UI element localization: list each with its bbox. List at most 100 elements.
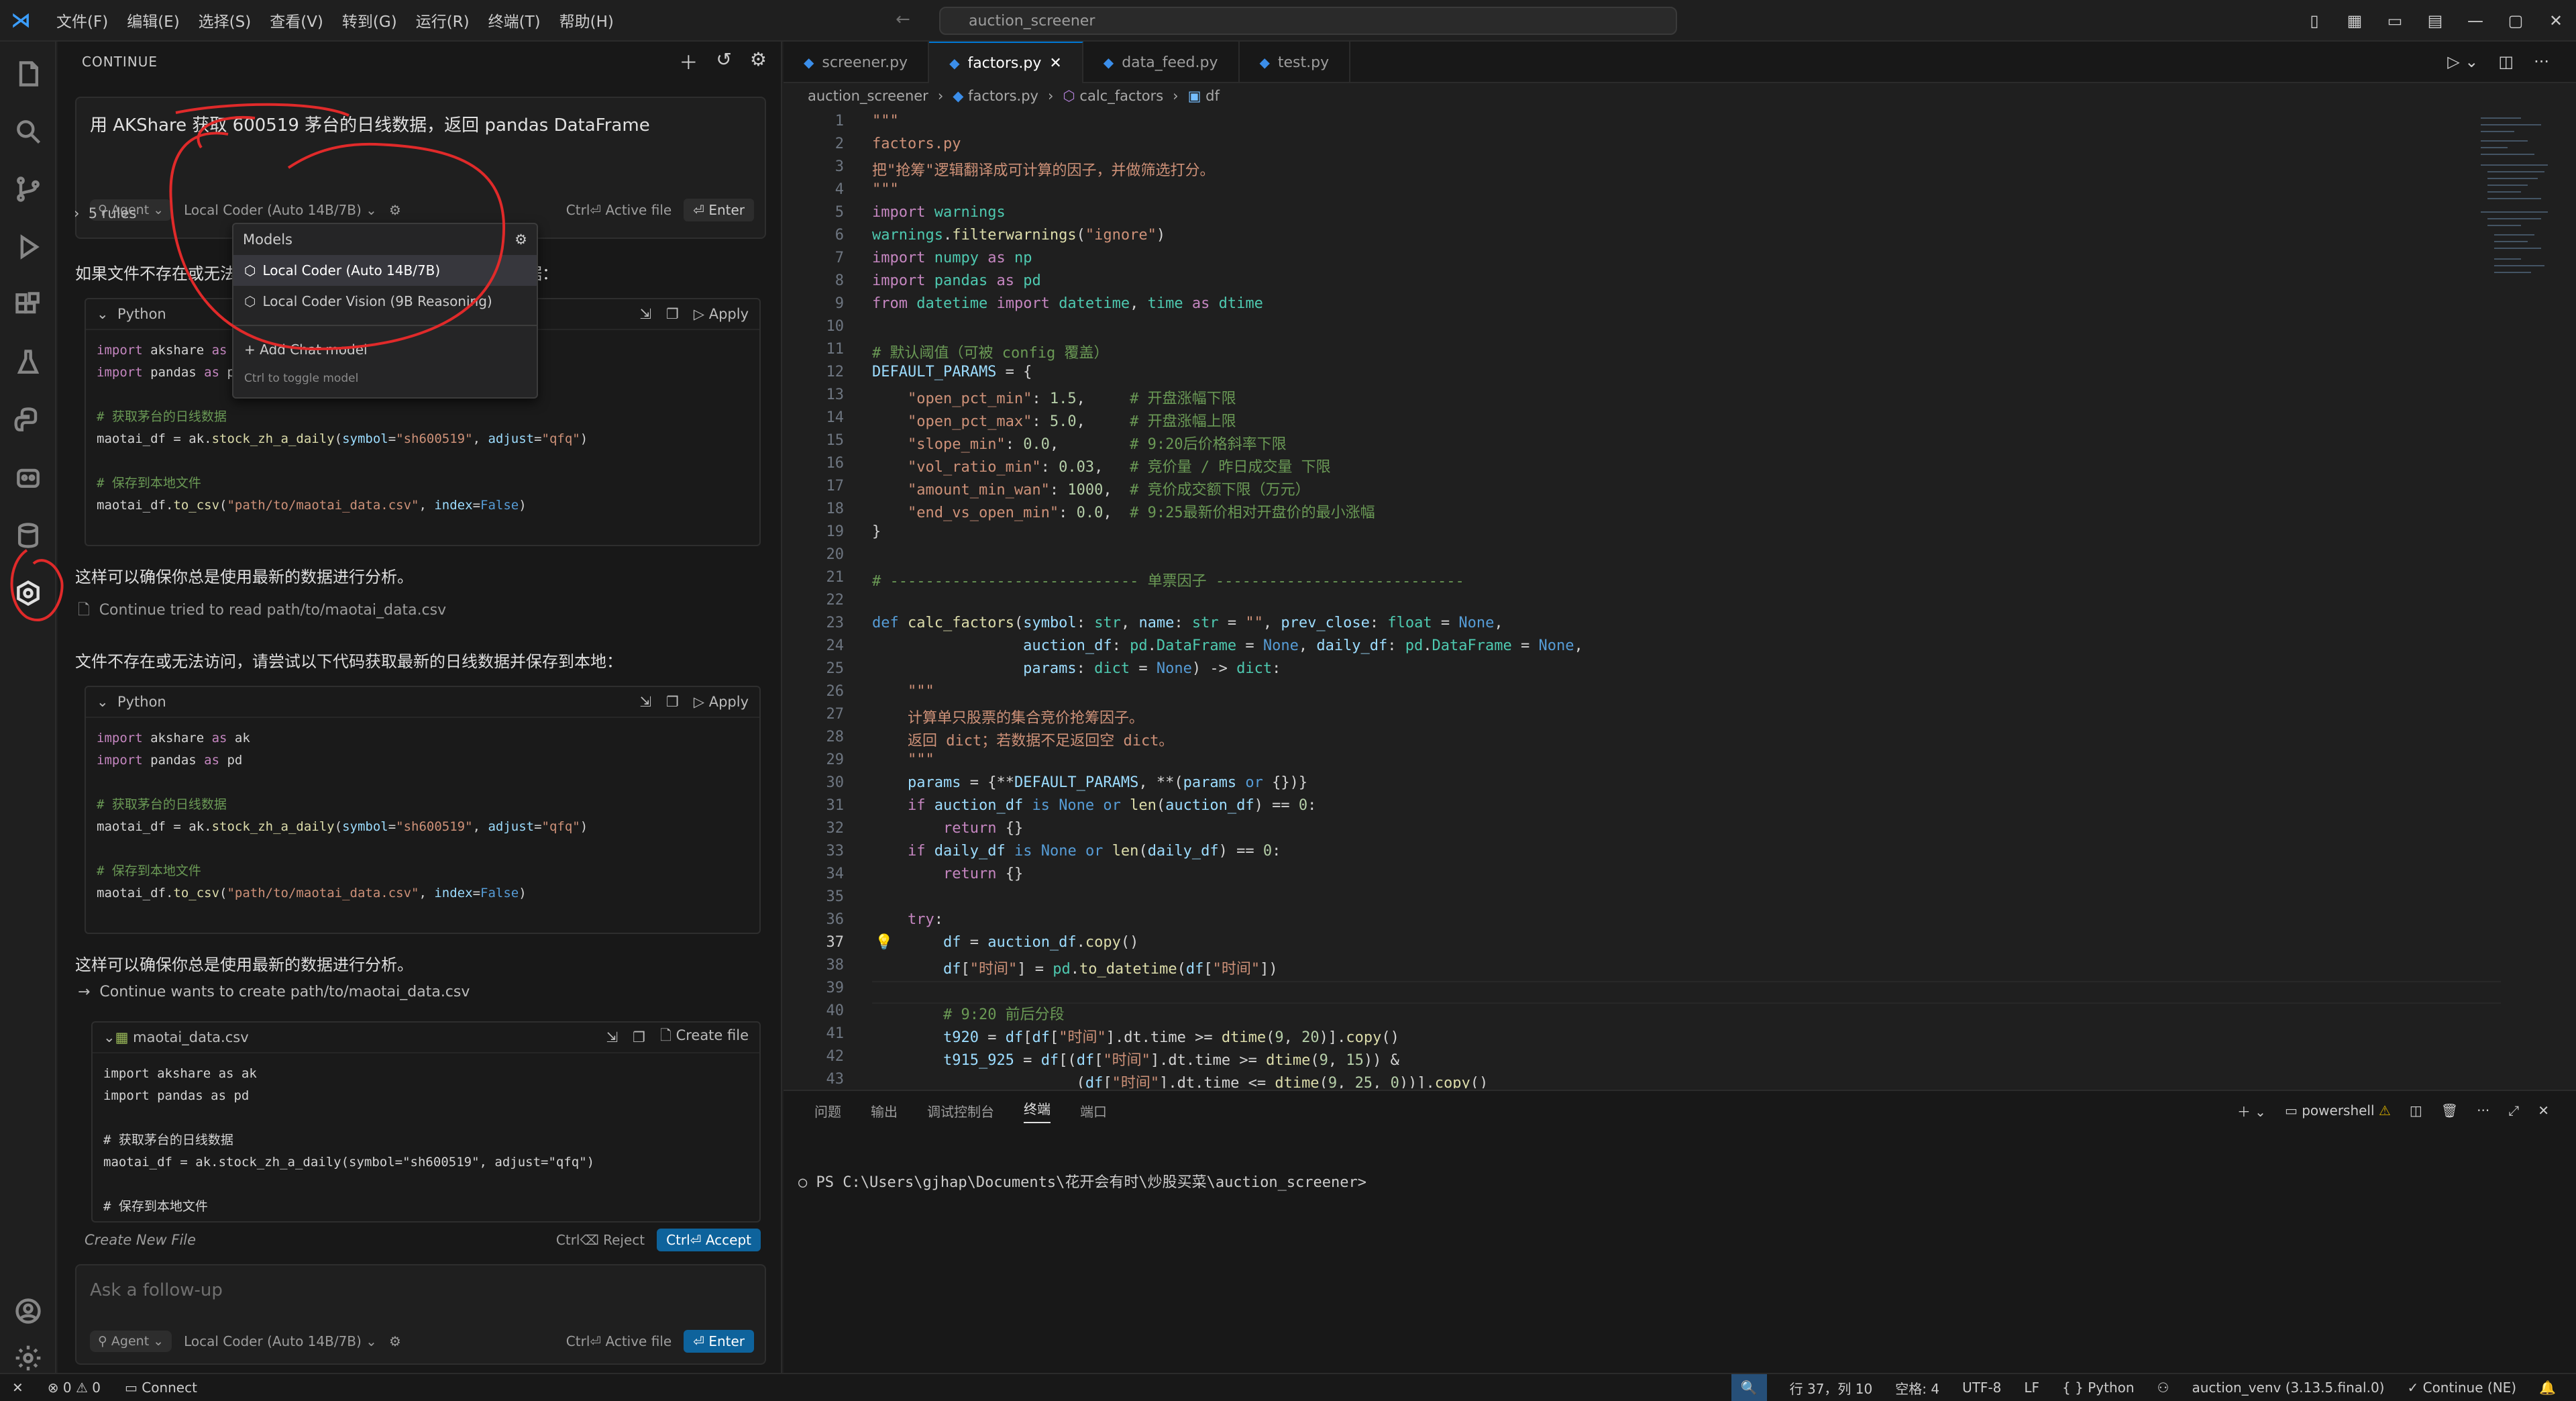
tab-factors[interactable]: ◆ factors.py ✕ [929, 42, 1083, 83]
tab-test[interactable]: ◆ test.py [1240, 42, 1351, 83]
continue-icon[interactable] [0, 565, 56, 621]
panel-tab-debug-console[interactable]: 调试控制台 [927, 1101, 994, 1121]
gear-icon[interactable]: ⚙ [515, 231, 527, 248]
search-icon[interactable] [0, 103, 56, 160]
more-actions-icon[interactable]: ··· [2534, 52, 2549, 71]
model-config-icon[interactable]: ⚙ [389, 1333, 401, 1349]
layout-custom-icon[interactable]: ▤ [2415, 11, 2455, 30]
menu-view[interactable]: 查看(V) [260, 9, 333, 32]
prompt-box[interactable]: 用 AKShare 获取 600519 茅台的日线数据，返回 pandas Da… [75, 97, 766, 239]
remote-indicator[interactable]: ✕ [0, 1380, 36, 1396]
reject-button[interactable]: Ctrl⌫ Reject [556, 1232, 645, 1248]
terminal-output[interactable]: ○ PS C:\Users\gjhap\Documents\花开会有时\炒股买菜… [798, 1170, 1366, 1192]
code-line: return {} [943, 820, 1024, 837]
extensions-icon[interactable] [0, 276, 56, 333]
language-mode[interactable]: { } Python [2062, 1380, 2135, 1396]
history-icon[interactable]: ↺ [716, 48, 732, 75]
maximize-icon[interactable]: ▢ [2496, 11, 2536, 30]
database-icon[interactable] [0, 507, 56, 564]
add-chat-model-button[interactable]: + Add Chat model [233, 334, 537, 365]
copy-icon[interactable]: ❐ [666, 694, 679, 710]
model-config-icon[interactable]: ⚙ [389, 202, 401, 218]
cursor-position[interactable]: 行 37，列 10 [1790, 1378, 1873, 1398]
new-terminal-icon[interactable]: ＋ ⌄ [2237, 1101, 2266, 1121]
followup-enter-button[interactable]: ⏎ Enter [684, 1330, 754, 1353]
split-editor-icon[interactable]: ◫ [2498, 52, 2514, 71]
menu-go[interactable]: 转到(G) [333, 9, 407, 32]
close-window-icon[interactable]: ✕ [2536, 11, 2576, 30]
problems-indicator[interactable]: ⊗ 0 ⚠ 0 [36, 1380, 113, 1396]
line-number: 3 [835, 158, 844, 175]
run-debug-icon[interactable] [0, 219, 56, 275]
kill-terminal-icon[interactable]: 🗑 [2441, 1102, 2458, 1119]
command-center[interactable]: auction_screener [939, 7, 1677, 35]
close-tab-icon[interactable]: ✕ [1049, 55, 1061, 72]
layout-panel-icon[interactable]: ▭ [2375, 11, 2415, 30]
copy-icon[interactable]: ❐ [666, 306, 679, 322]
split-terminal-icon[interactable]: ◫ [2410, 1102, 2422, 1119]
apply-button[interactable]: ▷ Apply [694, 694, 749, 710]
tool-call-create[interactable]: → Continue wants to create path/to/maota… [78, 984, 470, 1000]
enter-button[interactable]: ⏎ Enter [684, 199, 754, 221]
run-file-icon[interactable]: ▷ ⌄ [2447, 52, 2478, 71]
lightbulb-icon[interactable]: 💡 [875, 934, 893, 951]
accept-button[interactable]: Ctrl⏎ Accept [657, 1229, 761, 1251]
sidebar-settings-icon[interactable]: ⚙ [750, 48, 767, 75]
python-interpreter[interactable]: auction_venv (3.13.5.final.0) [2192, 1380, 2384, 1396]
layout-sidebar-icon[interactable]: ▯ [2294, 11, 2334, 30]
insert-at-cursor-icon[interactable]: ⇲ [606, 1029, 619, 1045]
panel-tab-terminal[interactable]: 终端 [1024, 1098, 1051, 1123]
panel-tab-problems[interactable]: 问题 [814, 1101, 841, 1121]
layout-grid-icon[interactable]: ▦ [2334, 11, 2375, 30]
tool-call-read[interactable]: 🗋 Continue tried to read path/to/maotai_… [78, 599, 446, 624]
breadcrumb-variable[interactable]: ▣ df [1188, 88, 1220, 104]
zoom-icon[interactable]: 🔍 [1731, 1374, 1767, 1401]
model-option-coder[interactable]: ⬡ Local Coder (Auto 14B/7B) [233, 255, 537, 286]
model-option-vision[interactable]: ⬡ Local Coder Vision (9B Reasoning) [233, 286, 537, 317]
panel-tab-output[interactable]: 输出 [871, 1101, 898, 1121]
tab-data-feed[interactable]: ◆ data_feed.py [1083, 42, 1240, 83]
minimize-icon[interactable]: — [2455, 11, 2496, 30]
close-panel-icon[interactable]: ✕ [2538, 1102, 2549, 1119]
menu-file[interactable]: 文件(F) [47, 9, 117, 32]
menu-edit[interactable]: 编辑(E) [117, 9, 189, 32]
testing-icon[interactable] [0, 334, 56, 391]
create-file-button[interactable]: 🗋 Create file [660, 1026, 749, 1049]
breadcrumb-folder[interactable]: auction_screener [808, 88, 928, 104]
tab-screener[interactable]: ◆ screener.py [784, 42, 930, 83]
encoding[interactable]: UTF-8 [1962, 1380, 2001, 1396]
source-control-icon[interactable] [0, 161, 56, 217]
indentation[interactable]: 空格: 4 [1895, 1378, 1939, 1398]
followup-model-selector[interactable]: Local Coder (Auto 14B/7B) ⌄ [184, 1333, 377, 1349]
minimap[interactable] [2481, 111, 2555, 447]
rules-toggle[interactable]: › 5 rules [74, 205, 136, 221]
apply-button[interactable]: ▷ Apply [694, 306, 749, 322]
maximize-panel-icon[interactable]: ⤢ [2508, 1102, 2519, 1119]
followup-input[interactable]: Ask a follow-up ⚲ Agent ⌄ Local Coder (Aut… [75, 1264, 766, 1365]
terminal-shell-label: powershell [2302, 1102, 2375, 1119]
model-selector[interactable]: Local Coder (Auto 14B/7B) ⌄ [184, 202, 377, 218]
menu-help[interactable]: 帮助(H) [550, 9, 623, 32]
remote-icon[interactable] [0, 450, 56, 506]
end-of-line[interactable]: LF [2024, 1380, 2039, 1396]
breadcrumb-function[interactable]: ⬡ calc_factors [1063, 88, 1163, 104]
terminal-shell-selector[interactable]: ▭ powershell ⚠ [2285, 1102, 2391, 1119]
python-icon[interactable] [0, 392, 56, 448]
menu-run[interactable]: 运行(R) [407, 9, 479, 32]
copy-icon[interactable]: ❐ [633, 1029, 645, 1045]
code-editor[interactable]: 1 """ 2 factors.py 3 把"抢筹"逻辑翻译成可计算的因子，并做筛选打… [784, 111, 2501, 1088]
insert-at-cursor-icon[interactable]: ⇲ [639, 306, 651, 322]
menu-selection[interactable]: 选择(S) [189, 9, 261, 32]
followup-agent-button[interactable]: ⚲ Agent ⌄ [90, 1331, 172, 1352]
more-icon[interactable]: ··· [2477, 1102, 2489, 1119]
panel-tab-ports[interactable]: 端口 [1080, 1101, 1107, 1121]
explorer-icon[interactable] [0, 46, 56, 102]
connect-indicator[interactable]: ▭ Connect [113, 1380, 209, 1396]
continue-status[interactable]: ✓ Continue (NE) [2407, 1380, 2516, 1396]
breadcrumb-file[interactable]: ◆ factors.py [953, 88, 1038, 104]
notifications-icon[interactable]: 🔔 [2539, 1380, 2556, 1396]
new-session-icon[interactable]: ＋ [679, 48, 698, 75]
menu-terminal[interactable]: 终端(T) [479, 9, 550, 32]
insert-at-cursor-icon[interactable]: ⇲ [639, 694, 651, 710]
copilot-icon[interactable]: ⚇ [2157, 1380, 2169, 1396]
